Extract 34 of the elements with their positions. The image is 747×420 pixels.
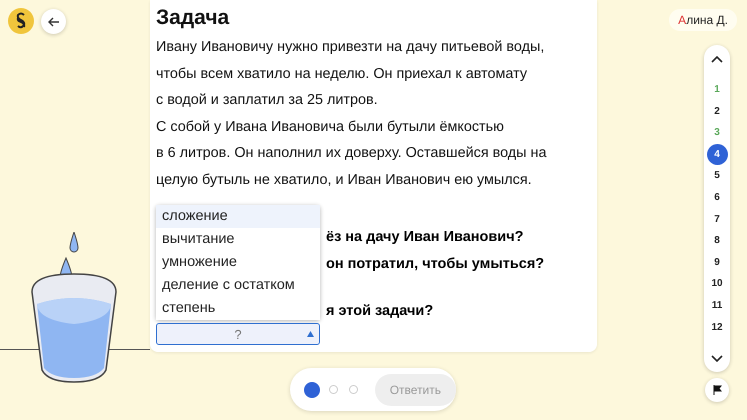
task-number[interactable]: 9 (706, 252, 728, 273)
task-number[interactable]: 12 (706, 316, 728, 338)
dropdown-option[interactable]: степень (156, 297, 320, 320)
dropdown-option[interactable]: деление с остатком (156, 274, 320, 297)
chevron-down-icon (711, 354, 723, 362)
caret-icon (307, 331, 314, 337)
question-text: он потратил, чтобы умыться? (326, 254, 546, 274)
operation-select[interactable]: ? (156, 323, 320, 345)
task-title: Задача (156, 6, 230, 31)
chevron-up-icon (711, 56, 723, 62)
task-paragraph: Ивану Ивановичу нужно привезти на дачу питьевой воды, чтобы всем хватило на неделю. Он приехал к автомату с водой и заплатил за 25 литров. (156, 38, 546, 110)
task-number[interactable]: 6 (706, 186, 728, 208)
question-text: я этой задачи? (326, 302, 434, 321)
task-number[interactable]: 7 (706, 208, 728, 230)
task-number[interactable]: 5 (706, 165, 728, 186)
task-number[interactable]: 8 (706, 230, 728, 252)
flag-button[interactable] (705, 378, 729, 402)
task-number[interactable]: 11 (706, 294, 728, 316)
step-dot[interactable] (304, 382, 320, 398)
task-number[interactable]: 10 (706, 273, 728, 294)
back-arrow-icon (48, 16, 60, 26)
dropdown-option[interactable]: умножение (156, 251, 320, 274)
flag-icon (712, 385, 722, 395)
task-paragraph: С собой у Ивана Ивановича были бутыли ёмкостью в 6 литров. Он наполнил их доверху. Оставшейся воды на целую бутыль не хватило, и Иван Иванович ею умылся. (156, 118, 548, 190)
step-dot[interactable] (348, 385, 358, 394)
back-button[interactable] (41, 9, 66, 34)
logo-icon (8, 8, 34, 34)
user-name[interactable]: Алина Д. (669, 9, 737, 31)
task-number[interactable]: 4 (706, 144, 728, 165)
question-text: ёз на дачу Иван Иванович? (326, 228, 524, 247)
dropdown-option[interactable]: сложение (156, 205, 320, 228)
step-dot[interactable] (328, 385, 338, 394)
task-number[interactable]: 2 (706, 100, 728, 122)
dropdown-option[interactable]: вычитание (156, 228, 320, 251)
